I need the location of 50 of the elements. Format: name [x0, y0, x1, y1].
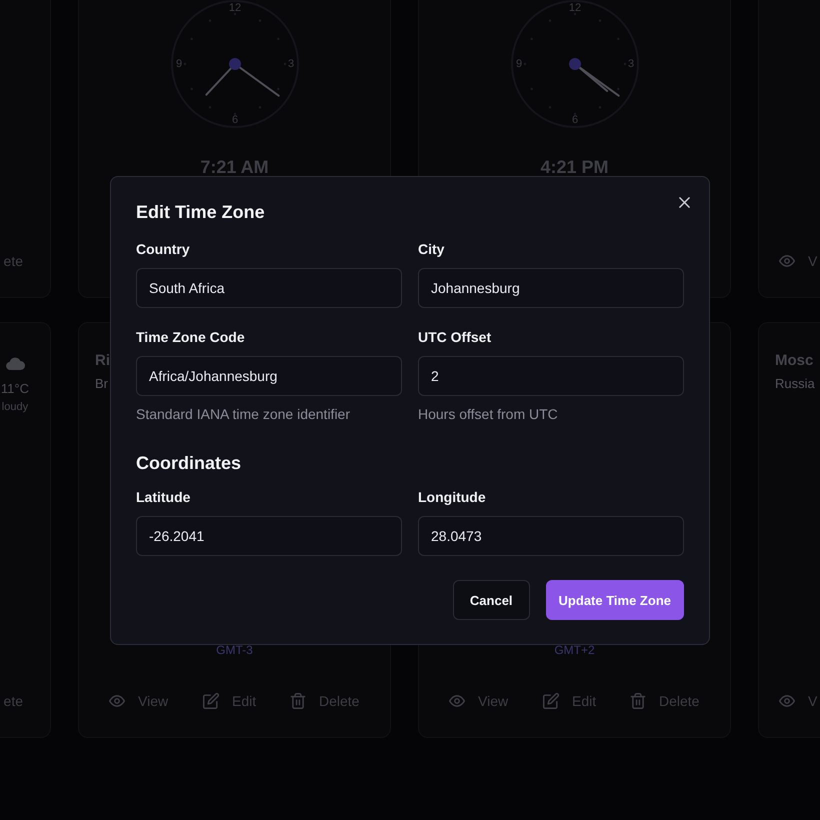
clock-center-dot: [568, 58, 580, 70]
city-name: Ri: [95, 351, 110, 371]
clock-center-dot: [228, 58, 240, 70]
view-button[interactable]: View: [109, 693, 168, 709]
eye-icon: [109, 693, 125, 709]
weather-condition: loudy: [2, 400, 28, 414]
country-name: Br: [95, 375, 108, 393]
utc-offset: GMT+2: [554, 642, 595, 658]
text-field[interactable]: -26.2041: [136, 516, 402, 556]
text-field[interactable]: Johannesburg: [418, 268, 684, 308]
trash-icon: [630, 693, 646, 709]
field-label: Time Zone Code: [136, 328, 246, 347]
dialog-title: Edit Time Zone: [136, 201, 266, 223]
field-label: Country: [136, 240, 191, 259]
trash-icon: [290, 693, 306, 709]
eye-icon: [779, 693, 795, 709]
clock-time: 7:21 AM: [200, 156, 269, 179]
country-name: Russia: [775, 375, 815, 393]
eye-icon: [449, 693, 465, 709]
help-text: Hours offset from UTC: [418, 405, 559, 424]
clock-time: 4:21 PM: [540, 156, 609, 179]
city-name: Mosc: [775, 351, 814, 371]
text-field[interactable]: 2: [418, 356, 684, 396]
utc-offset: GMT-3: [216, 642, 253, 658]
pencil-icon: [543, 693, 559, 709]
edit-button[interactable]: Edit: [543, 693, 596, 709]
temperature: 11°C: [0, 380, 29, 398]
help-text: Standard IANA time zone identifier: [136, 405, 352, 424]
view-button[interactable]: View: [449, 693, 508, 709]
update-button[interactable]: Update Time Zone: [546, 580, 684, 620]
text-field[interactable]: 28.0473: [418, 516, 684, 556]
edit-button[interactable]: Edit: [203, 693, 256, 709]
view-button[interactable]: V: [779, 253, 818, 269]
eye-icon: [779, 253, 795, 269]
field-label: Latitude: [136, 488, 192, 507]
delete-button[interactable]: Delete: [290, 693, 360, 709]
delete-button[interactable]: Delete: [630, 693, 700, 709]
view-button[interactable]: V: [779, 693, 818, 709]
field-label: UTC Offset: [418, 328, 492, 347]
text-field[interactable]: Africa/Johannesburg: [136, 356, 402, 396]
cloud-icon: [4, 357, 25, 370]
cancel-button[interactable]: Cancel: [452, 580, 530, 620]
close-icon: [678, 196, 690, 208]
text-field[interactable]: South Africa: [136, 268, 402, 308]
field-label: Longitude: [418, 488, 487, 507]
delete-button[interactable]: ete: [4, 693, 23, 709]
section-heading: Coordinates: [136, 452, 242, 475]
delete-button[interactable]: ete: [4, 253, 23, 269]
field-label: City: [418, 240, 446, 259]
pencil-icon: [203, 693, 219, 709]
